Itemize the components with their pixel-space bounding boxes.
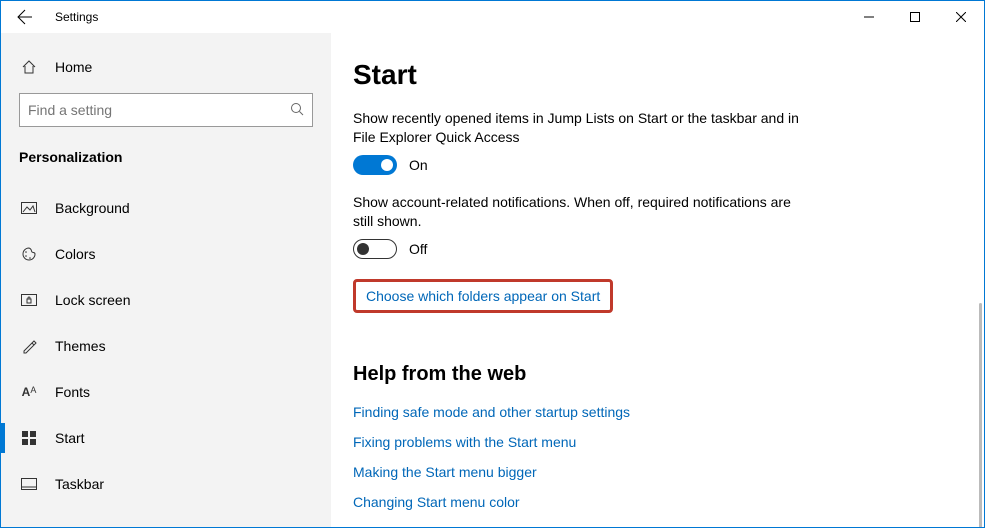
sidebar-item-themes[interactable]: Themes bbox=[19, 323, 313, 369]
back-arrow-icon bbox=[17, 9, 33, 25]
sidebar-category: Personalization bbox=[19, 149, 313, 165]
maximize-icon bbox=[910, 12, 920, 22]
sidebar-home-label: Home bbox=[55, 59, 92, 75]
sidebar-item-lock-screen[interactable]: Lock screen bbox=[19, 277, 313, 323]
sidebar-home[interactable]: Home bbox=[19, 53, 313, 85]
picture-icon bbox=[21, 202, 37, 214]
sidebar-item-label: Taskbar bbox=[55, 476, 104, 492]
setting-account-notif-desc: Show account-related notifications. When… bbox=[353, 193, 813, 231]
taskbar-icon bbox=[21, 478, 37, 490]
toggle-jumplist[interactable] bbox=[353, 155, 397, 175]
help-heading: Help from the web bbox=[353, 363, 968, 386]
themes-icon bbox=[21, 338, 37, 354]
search-icon bbox=[290, 102, 304, 119]
sidebar-item-label: Themes bbox=[55, 338, 106, 354]
sidebar-item-label: Start bbox=[55, 430, 85, 446]
help-link-fix-start[interactable]: Fixing problems with the Start menu bbox=[353, 434, 968, 450]
sidebar-item-label: Fonts bbox=[55, 384, 90, 400]
page-title: Start bbox=[353, 59, 968, 91]
minimize-button[interactable] bbox=[846, 1, 892, 33]
minimize-icon bbox=[864, 12, 874, 22]
titlebar: Settings bbox=[1, 1, 984, 33]
start-icon bbox=[21, 431, 37, 445]
maximize-button[interactable] bbox=[892, 1, 938, 33]
close-icon bbox=[956, 12, 966, 22]
toggle-jumplist-state: On bbox=[409, 157, 428, 173]
fonts-icon: AA bbox=[21, 385, 37, 399]
sidebar-item-label: Background bbox=[55, 200, 130, 216]
close-button[interactable] bbox=[938, 1, 984, 33]
sidebar-item-background[interactable]: Background bbox=[19, 185, 313, 231]
palette-icon bbox=[21, 246, 37, 262]
back-button[interactable] bbox=[1, 1, 49, 33]
scrollbar[interactable] bbox=[979, 303, 982, 527]
search-box[interactable] bbox=[19, 93, 313, 127]
lock-screen-icon bbox=[21, 294, 37, 306]
search-input[interactable] bbox=[28, 102, 290, 118]
highlight-box: Choose which folders appear on Start bbox=[353, 279, 613, 313]
sidebar-item-label: Lock screen bbox=[55, 292, 130, 308]
help-link-bigger-start[interactable]: Making the Start menu bigger bbox=[353, 464, 968, 480]
window-title: Settings bbox=[49, 10, 98, 24]
home-icon bbox=[21, 59, 37, 75]
sidebar-item-start[interactable]: Start bbox=[19, 415, 313, 461]
help-link-start-color[interactable]: Changing Start menu color bbox=[353, 494, 968, 510]
toggle-account-notif-state: Off bbox=[409, 241, 427, 257]
sidebar: Home Personalization Background Colors L… bbox=[1, 33, 331, 527]
help-link-safe-mode[interactable]: Finding safe mode and other startup sett… bbox=[353, 404, 968, 420]
choose-folders-link[interactable]: Choose which folders appear on Start bbox=[366, 288, 600, 304]
main-panel: Start Show recently opened items in Jump… bbox=[331, 33, 984, 527]
sidebar-item-taskbar[interactable]: Taskbar bbox=[19, 461, 313, 507]
toggle-account-notif[interactable] bbox=[353, 239, 397, 259]
setting-jumplist-desc: Show recently opened items in Jump Lists… bbox=[353, 109, 813, 147]
sidebar-item-colors[interactable]: Colors bbox=[19, 231, 313, 277]
sidebar-item-label: Colors bbox=[55, 246, 95, 262]
sidebar-item-fonts[interactable]: AA Fonts bbox=[19, 369, 313, 415]
